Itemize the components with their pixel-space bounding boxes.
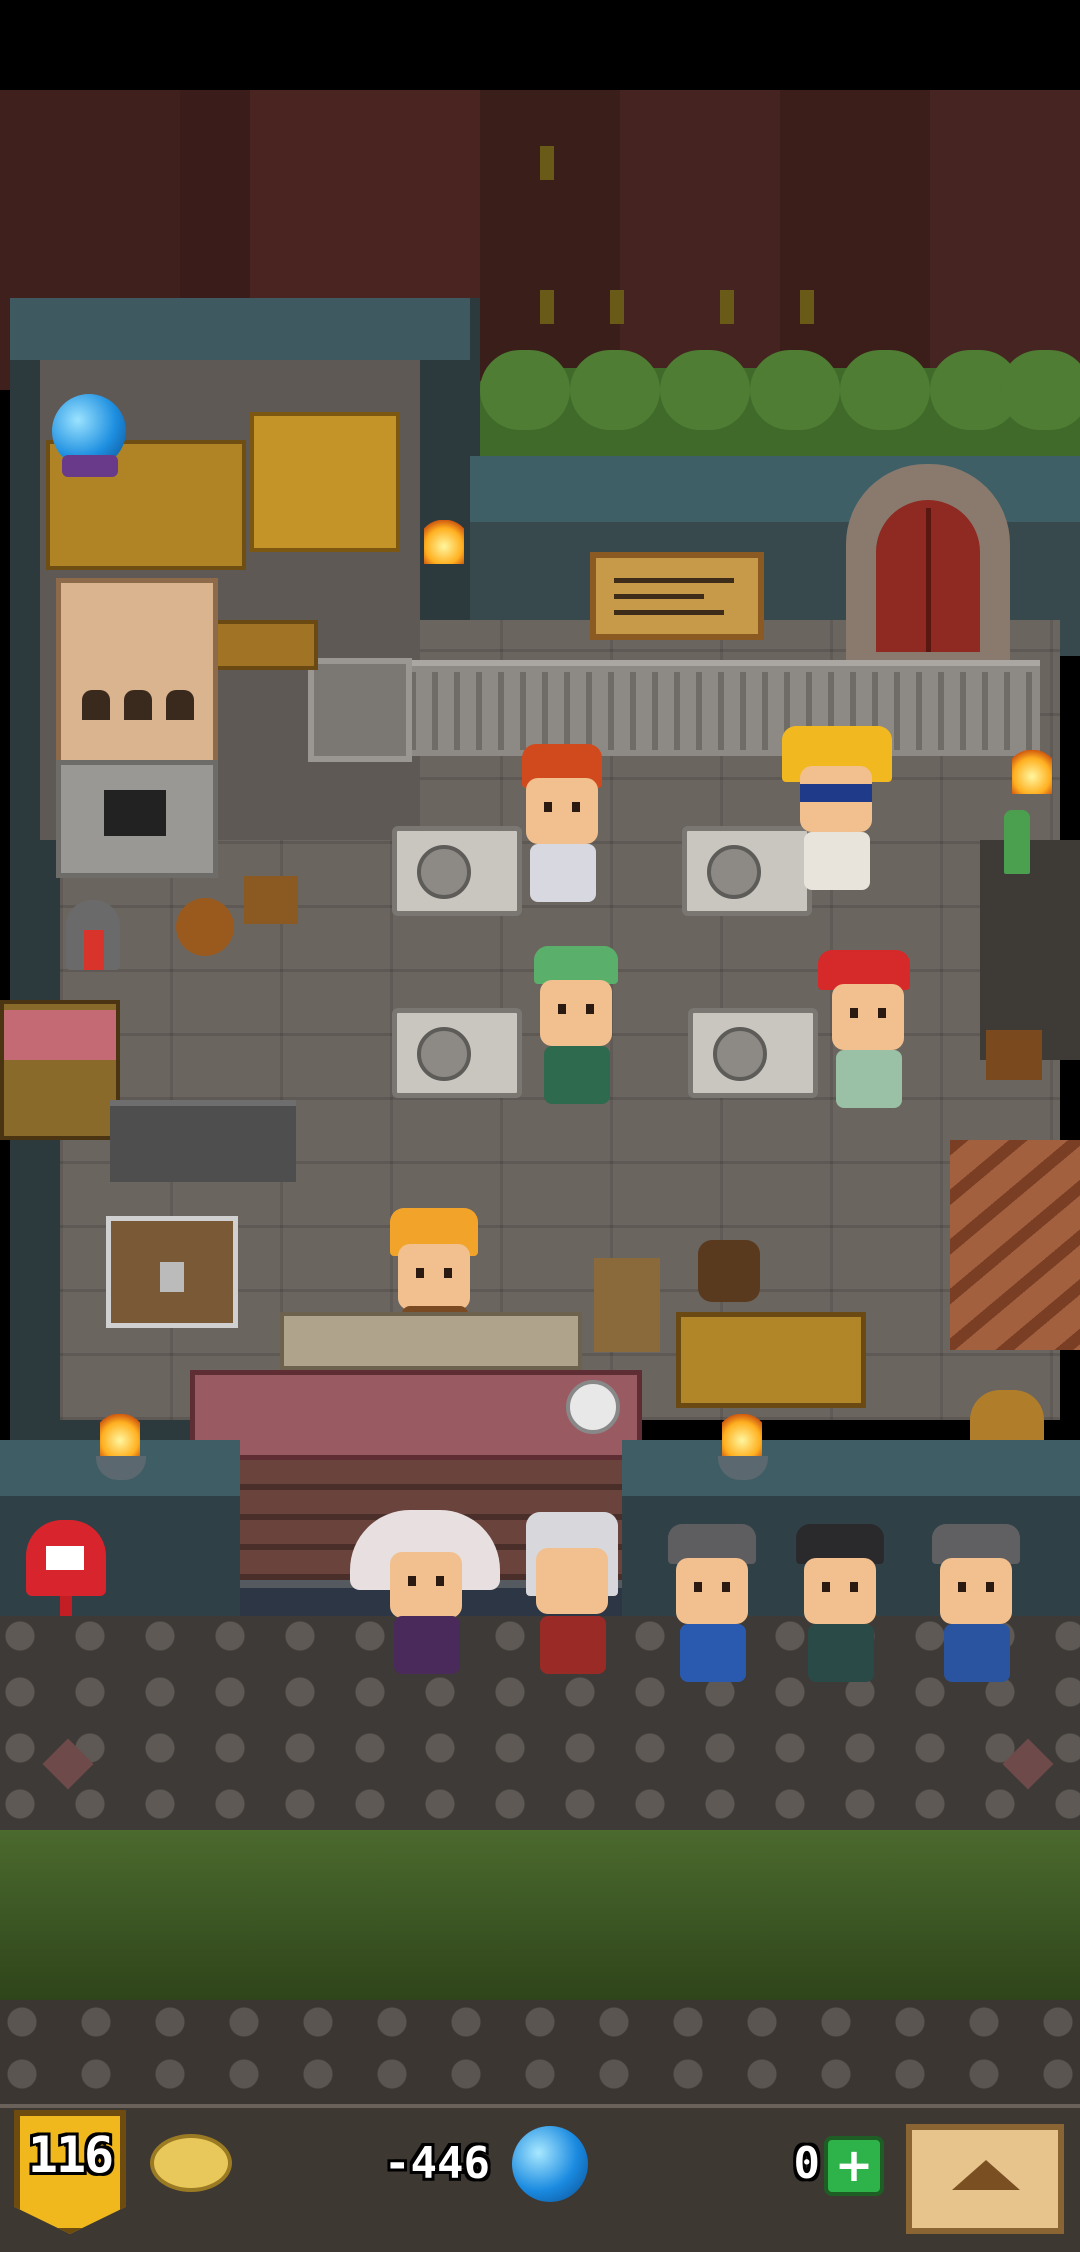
basket-icon [176, 898, 234, 956]
wall-sign[interactable] [590, 552, 764, 640]
mail-envelope-icon [46, 1546, 84, 1570]
brazier-flame-icon [100, 1414, 140, 1458]
lower-street [0, 2000, 1080, 2104]
door-split [926, 508, 931, 652]
brazier-flame-icon [722, 1414, 762, 1458]
furnace-slot [82, 690, 110, 720]
crafting-station[interactable] [392, 826, 522, 916]
bear-decoration-icon [698, 1240, 760, 1302]
weapon-stand[interactable] [594, 1258, 660, 1352]
right-arrow-icon[interactable] [1002, 1738, 1054, 1790]
weapon-display-table[interactable] [676, 1312, 866, 1408]
wall-top [10, 298, 470, 360]
gold-coin-icon [150, 2134, 232, 2192]
orb-stand [62, 455, 118, 477]
gold-amount: -446 [384, 2138, 490, 2189]
small-table [214, 620, 318, 670]
bed[interactable] [250, 412, 400, 552]
potion-bottle-icon [1004, 810, 1030, 874]
chest-lock-icon [160, 1262, 184, 1292]
status-bar [0, 0, 1080, 90]
railing-bars [410, 672, 1040, 750]
add-gems-button[interactable]: + [824, 2136, 884, 2196]
front-wall-cap-right [622, 1440, 1080, 1496]
furnace-mouth [104, 790, 166, 836]
furnace-slot [124, 690, 152, 720]
side-shelf [980, 840, 1080, 1060]
clay-pot [970, 1390, 1044, 1446]
stone-pillar [308, 658, 412, 762]
stool [244, 876, 298, 924]
crafting-station[interactable] [682, 826, 812, 916]
wall-torch-icon [424, 520, 464, 564]
chair [986, 1030, 1042, 1080]
up-arrow-icon [952, 2160, 1020, 2190]
crafting-station[interactable] [688, 1008, 818, 1098]
left-arrow-icon[interactable] [42, 1738, 94, 1790]
hedge [470, 350, 1080, 458]
staircase[interactable] [950, 1140, 1080, 1350]
wall-torch-icon [1012, 750, 1052, 794]
bench [110, 1100, 296, 1182]
grass-strip [0, 1830, 1080, 2010]
player-level: 116 [27, 2126, 114, 2184]
bell-icon[interactable] [566, 1380, 620, 1434]
lamp-light [84, 930, 104, 970]
cart-goods [4, 1010, 116, 1060]
gem-amount: 0 [793, 2138, 821, 2189]
furnace-slot [166, 690, 194, 720]
counter-top [280, 1312, 582, 1370]
gem-icon [512, 2126, 588, 2202]
crafting-station[interactable] [392, 1008, 522, 1098]
